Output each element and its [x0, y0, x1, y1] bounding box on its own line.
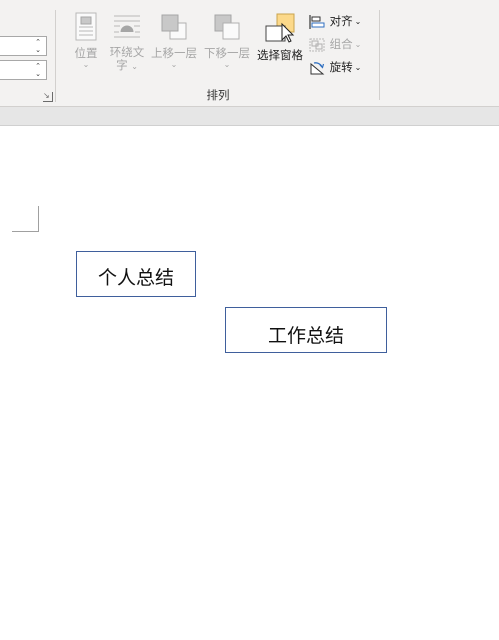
chevron-down-icon: ⌄: [354, 39, 362, 49]
rotate-label: 旋转: [329, 60, 353, 74]
arrange-group-label: 排列: [206, 88, 230, 102]
send-backward-label: 下移一层: [204, 46, 250, 60]
height-spinner[interactable]: ⌃ ⌄: [0, 36, 47, 56]
rotate-button[interactable]: 旋转 ⌄: [308, 58, 361, 76]
send-backward-icon: [214, 14, 240, 40]
align-icon: [309, 14, 325, 29]
width-spinner[interactable]: ⌃ ⌄: [0, 60, 47, 80]
position-button[interactable]: 位置 ⌄: [70, 12, 102, 69]
send-backward-button[interactable]: 下移一层 ⌄: [203, 12, 251, 69]
chevron-down-icon: ⌄: [170, 60, 178, 69]
dialog-launcher-icon[interactable]: ↘: [43, 92, 53, 102]
spinner-arrows-icon[interactable]: ⌃ ⌄: [33, 38, 43, 54]
selection-pane-label: 选择窗格: [257, 48, 303, 62]
spinner-arrows-icon[interactable]: ⌃ ⌄: [33, 62, 43, 78]
chevron-down-icon: ⌄: [354, 16, 362, 26]
textbox-text[interactable]: 工作总结: [268, 325, 344, 347]
bring-forward-icon: [161, 14, 187, 40]
position-icon: [75, 12, 97, 41]
group-separator: [379, 10, 380, 100]
align-label: 对齐: [329, 14, 353, 28]
position-label: 位置: [74, 46, 98, 60]
bring-forward-button[interactable]: 上移一层 ⌄: [150, 12, 198, 69]
textbox-work-summary[interactable]: 工作总结: [225, 307, 387, 353]
wrap-text-button[interactable]: 环绕文 字 ⌄: [107, 12, 147, 73]
selection-pane-button[interactable]: 选择窗格: [255, 12, 305, 62]
chevron-down-icon: ⌄: [223, 60, 231, 69]
group-icon: [309, 38, 325, 51]
group-button[interactable]: 组合 ⌄: [308, 35, 361, 53]
group-separator: [55, 10, 56, 102]
align-button[interactable]: 对齐 ⌄: [308, 12, 361, 30]
wrap-text-icon: [114, 15, 140, 38]
margin-corner-mark: [12, 206, 39, 232]
chevron-down-icon: ⌄: [82, 60, 90, 69]
rotate-icon: [310, 61, 325, 74]
textbox-text[interactable]: 个人总结: [98, 267, 174, 289]
ribbon: ⌃ ⌄ ⌃ ⌄ ↘ 位置 ⌄ 环绕文 字 ⌄ 上移一层 ⌄ 下移一层 ⌄ 选择窗…: [0, 0, 499, 107]
bring-forward-label: 上移一层: [151, 46, 197, 60]
selection-pane-icon: [265, 13, 295, 43]
textbox-personal-summary[interactable]: 个人总结: [76, 251, 196, 297]
ruler-strip: [0, 107, 499, 126]
document-canvas[interactable]: [0, 126, 499, 640]
group-label: 组合: [329, 37, 353, 51]
wrap-text-label-line2: 字 ⌄: [116, 58, 138, 72]
chevron-down-icon: ⌄: [354, 62, 362, 72]
